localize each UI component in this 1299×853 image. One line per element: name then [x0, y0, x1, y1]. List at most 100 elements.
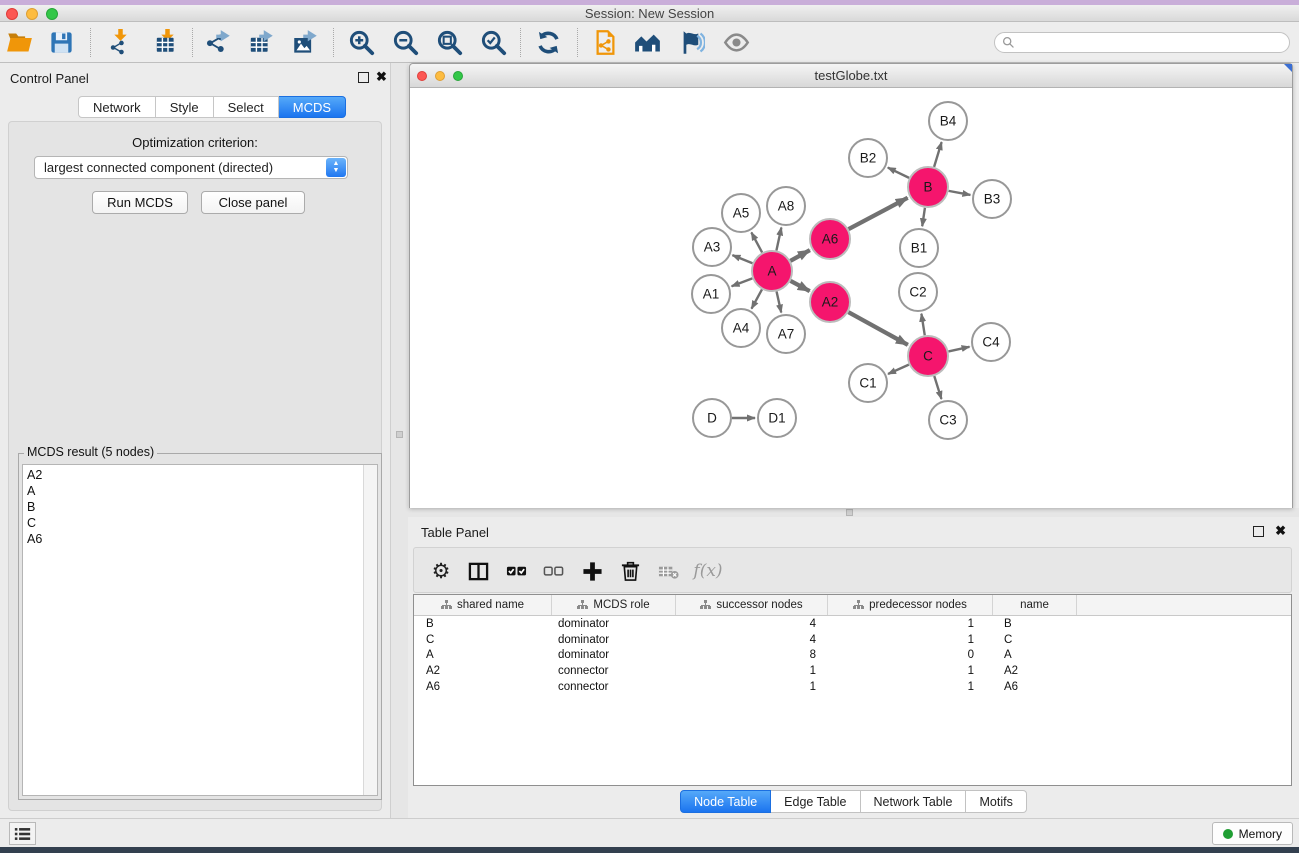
mcds-result-list[interactable]: A2ABCA6: [22, 464, 378, 796]
edge-A2-C[interactable]: [848, 312, 907, 345]
column-header-name[interactable]: name: [993, 595, 1077, 615]
table-cell[interactable]: A: [993, 649, 1077, 661]
close-panel-icon[interactable]: ✖: [376, 69, 387, 85]
search-input[interactable]: [1015, 35, 1289, 51]
result-item[interactable]: A6: [27, 531, 42, 547]
export-image-button[interactable]: [288, 25, 322, 59]
result-item[interactable]: A2: [27, 467, 42, 483]
table-cell[interactable]: A6: [414, 681, 552, 693]
table-cell[interactable]: 1: [828, 665, 993, 677]
tab-select[interactable]: Select: [214, 96, 279, 118]
float-panel-icon[interactable]: [358, 72, 369, 83]
tab-mcds[interactable]: MCDS: [279, 96, 346, 118]
edge-C-C4[interactable]: [948, 347, 969, 352]
table-cell[interactable]: connector: [552, 681, 676, 693]
table-row[interactable]: A2connector11A2: [414, 663, 1291, 679]
table-cell[interactable]: C: [993, 634, 1077, 646]
table-cell[interactable]: A: [414, 649, 552, 661]
table-cell[interactable]: dominator: [552, 634, 676, 646]
edge-A-A3[interactable]: [732, 255, 752, 263]
result-list-scrollbar[interactable]: [363, 465, 377, 795]
edge-A-A7[interactable]: [777, 291, 782, 312]
table-cell[interactable]: B: [993, 618, 1077, 630]
add-button[interactable]: [577, 556, 607, 586]
edge-C-C2[interactable]: [921, 314, 924, 336]
table-cell[interactable]: 1: [676, 681, 828, 693]
open-session-button[interactable]: [2, 25, 36, 59]
float-panel-icon[interactable]: [1253, 526, 1264, 537]
edge-B-B1[interactable]: [922, 208, 925, 226]
hide-labels-button[interactable]: [674, 25, 708, 59]
splitter-handle-icon[interactable]: [846, 509, 853, 516]
select-all-button[interactable]: [501, 556, 531, 586]
edge-B-B2[interactable]: [888, 168, 909, 178]
edge-A-A8[interactable]: [776, 228, 781, 251]
run-mcds-button[interactable]: Run MCDS: [92, 191, 188, 214]
table-cell[interactable]: 1: [828, 634, 993, 646]
table-cell[interactable]: B: [414, 618, 552, 630]
zoom-fit-button[interactable]: [432, 25, 466, 59]
import-network-button[interactable]: [103, 25, 137, 59]
close-panel-button[interactable]: Close panel: [201, 191, 305, 214]
column-header-shared-name[interactable]: shared name: [414, 595, 552, 615]
tab-style[interactable]: Style: [156, 96, 214, 118]
table-row[interactable]: A6connector11A6: [414, 679, 1291, 695]
export-network-button[interactable]: [201, 25, 235, 59]
tab-motifs[interactable]: Motifs: [966, 790, 1026, 813]
gear-button[interactable]: ⚙: [426, 556, 456, 586]
zoom-out-button[interactable]: [388, 25, 422, 59]
tab-edge-table[interactable]: Edge Table: [771, 790, 860, 813]
edge-B-B4[interactable]: [934, 142, 942, 167]
table-row[interactable]: Bdominator41B: [414, 616, 1291, 632]
edge-A6-B[interactable]: [849, 198, 908, 229]
edge-A-A6[interactable]: [790, 250, 809, 261]
table-row[interactable]: Cdominator41C: [414, 632, 1291, 648]
table-cell[interactable]: A2: [993, 665, 1077, 677]
edge-B-B3[interactable]: [949, 191, 971, 195]
tab-network[interactable]: Network: [78, 96, 156, 118]
edge-A-A1[interactable]: [732, 278, 753, 286]
table-cell[interactable]: 0: [828, 649, 993, 661]
column-header-MCDS-role[interactable]: MCDS role: [552, 595, 676, 615]
table-cell[interactable]: 1: [828, 681, 993, 693]
home-button[interactable]: [630, 25, 664, 59]
delete-table-button[interactable]: [653, 556, 683, 586]
table-cell[interactable]: connector: [552, 665, 676, 677]
edge-A-A5[interactable]: [751, 232, 762, 252]
table-cell[interactable]: dominator: [552, 649, 676, 661]
horizontal-splitter[interactable]: [408, 508, 1299, 517]
column-header-predecessor-nodes[interactable]: predecessor nodes: [828, 595, 993, 615]
table-cell[interactable]: 4: [676, 634, 828, 646]
edge-C-C1[interactable]: [888, 365, 909, 374]
result-item[interactable]: C: [27, 515, 42, 531]
tab-network-table[interactable]: Network Table: [861, 790, 967, 813]
zoom-in-button[interactable]: [344, 25, 378, 59]
import-table-button[interactable]: [150, 25, 184, 59]
table-cell[interactable]: A2: [414, 665, 552, 677]
columns-button[interactable]: [463, 556, 493, 586]
table-cell[interactable]: 1: [828, 618, 993, 630]
show-eye-button[interactable]: [719, 25, 753, 59]
column-header-successor-nodes[interactable]: successor nodes: [676, 595, 828, 615]
table-cell[interactable]: 1: [676, 665, 828, 677]
result-item[interactable]: A: [27, 483, 42, 499]
result-item[interactable]: B: [27, 499, 42, 515]
table-cell[interactable]: 4: [676, 618, 828, 630]
function-button[interactable]: f(x): [686, 556, 730, 586]
delete-button[interactable]: [615, 556, 645, 586]
deselect-all-button[interactable]: [538, 556, 568, 586]
zoom-selected-button[interactable]: [476, 25, 510, 59]
vertical-splitter[interactable]: [391, 63, 408, 818]
table-cell[interactable]: 8: [676, 649, 828, 661]
network-graph-canvas[interactable]: B4B2BB3B1A5A8A6A3AA1C2A4A7A2CC4C1C3DD1: [410, 88, 1292, 508]
refresh-button[interactable]: [531, 25, 565, 59]
export-table-button[interactable]: [244, 25, 278, 59]
table-cell[interactable]: A6: [993, 681, 1077, 693]
open-network-file-button[interactable]: [588, 25, 622, 59]
table-cell[interactable]: dominator: [552, 618, 676, 630]
table-row[interactable]: Adominator80A: [414, 648, 1291, 664]
tab-node-table[interactable]: Node Table: [680, 790, 771, 813]
task-history-button[interactable]: [9, 822, 36, 845]
edge-C-C3[interactable]: [934, 376, 941, 399]
table-cell[interactable]: C: [414, 634, 552, 646]
